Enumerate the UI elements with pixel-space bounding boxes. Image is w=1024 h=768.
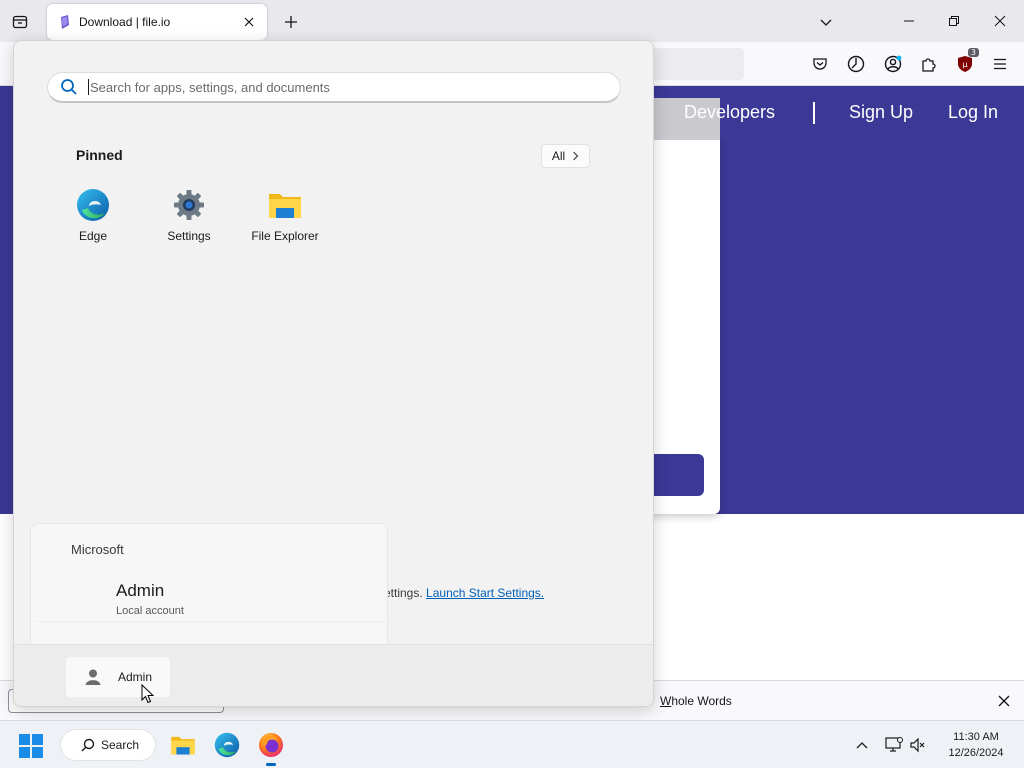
start-menu: Pinned All Edge Settings File Explorer e…	[13, 40, 654, 707]
list-all-tabs-chevron-icon[interactable]	[814, 10, 838, 34]
ublock-origin-icon[interactable]: μ 3	[953, 48, 979, 76]
taskbar-search-button[interactable]: Search	[60, 729, 156, 761]
recommended-settings-text: ettings. Launch Start Settings.	[384, 586, 544, 600]
mouse-cursor-icon	[141, 684, 155, 704]
history-clock-icon[interactable]	[844, 52, 868, 76]
taskbar-firefox-icon[interactable]	[255, 729, 287, 761]
new-tab-plus-icon[interactable]	[279, 10, 303, 34]
volume-muted-icon[interactable]	[908, 735, 928, 755]
pinned-app-label: Edge	[78, 229, 108, 243]
flyout-divider	[35, 621, 385, 622]
pocket-icon[interactable]	[808, 52, 832, 76]
settings-gear-icon	[171, 187, 207, 223]
folder-icon	[267, 187, 303, 223]
account-icon[interactable]	[881, 52, 905, 76]
user-name-label: Admin	[118, 670, 153, 684]
whole-words-rest: hole Words	[671, 694, 732, 708]
account-flyout: Microsoft Admin Local account	[30, 523, 388, 645]
firefox-running-indicator	[266, 763, 276, 766]
start-search-input[interactable]	[90, 79, 590, 95]
browser-tab-active[interactable]: Download | file.io	[47, 4, 267, 40]
search-icon	[61, 79, 77, 95]
whole-words-accesskey: W	[660, 694, 672, 708]
fileio-favicon-icon	[61, 15, 69, 29]
all-apps-label: All	[551, 149, 566, 163]
launch-start-settings-link[interactable]: Launch Start Settings.	[426, 586, 544, 600]
clock-time: 11:30 AM	[953, 731, 999, 743]
start-search-box[interactable]	[47, 72, 621, 103]
pinned-app-label: File Explorer	[251, 229, 319, 243]
nav-log-in-link[interactable]: Log In	[948, 102, 998, 123]
edge-icon	[75, 187, 111, 223]
user-avatar-icon	[85, 669, 101, 685]
browser-tab-strip: Download | file.io	[0, 0, 1024, 42]
pinned-app-edge[interactable]: Edge	[45, 187, 141, 251]
firefox-view-icon[interactable]	[8, 10, 32, 34]
pinned-app-label: Settings	[167, 229, 211, 243]
restore-icon[interactable]	[932, 4, 976, 38]
minimize-icon[interactable]	[887, 4, 931, 38]
ublock-count-badge: 3	[967, 48, 979, 57]
nav-sign-up-link[interactable]: Sign Up	[849, 102, 913, 123]
taskbar: Search 11:30 AM 12/26/2024	[0, 720, 1024, 768]
account-user-name: Admin	[116, 581, 165, 600]
whole-words-checkbox-label[interactable]: Whole Words	[660, 694, 732, 708]
account-type: Local account	[116, 605, 184, 617]
taskbar-clock[interactable]: 11:30 AM 12/26/2024	[938, 729, 1014, 761]
pinned-heading: Pinned	[76, 147, 123, 163]
account-organization: Microsoft	[71, 542, 124, 557]
taskbar-edge-icon[interactable]	[211, 729, 243, 761]
show-hidden-icons-chevron-icon[interactable]	[852, 735, 872, 755]
taskbar-search-label: Search	[101, 738, 140, 752]
tab-title: Download | file.io	[79, 15, 171, 29]
text-caret	[88, 79, 89, 95]
search-icon	[81, 738, 95, 752]
extensions-puzzle-icon[interactable]	[917, 52, 941, 76]
recommended-text-fragment: ettings.	[384, 586, 423, 600]
hamburger-menu-icon[interactable]	[988, 52, 1012, 76]
nav-separator	[813, 102, 815, 124]
tab-close-icon[interactable]	[239, 12, 259, 32]
find-bar-close-icon[interactable]	[994, 691, 1014, 711]
network-icon[interactable]	[884, 735, 904, 755]
all-apps-button[interactable]: All	[541, 144, 590, 168]
taskbar-file-explorer-icon[interactable]	[167, 729, 199, 761]
close-window-icon[interactable]	[978, 4, 1022, 38]
clock-date: 12/26/2024	[948, 747, 1004, 759]
nav-developers-link[interactable]: Developers	[684, 102, 775, 123]
chevron-right-icon	[573, 151, 579, 161]
pinned-app-settings[interactable]: Settings	[141, 187, 237, 251]
svg-text:μ: μ	[962, 60, 967, 69]
start-menu-footer: Admin	[14, 644, 653, 706]
pinned-app-file-explorer[interactable]: File Explorer	[237, 187, 333, 251]
windows-start-icon[interactable]	[14, 731, 48, 761]
